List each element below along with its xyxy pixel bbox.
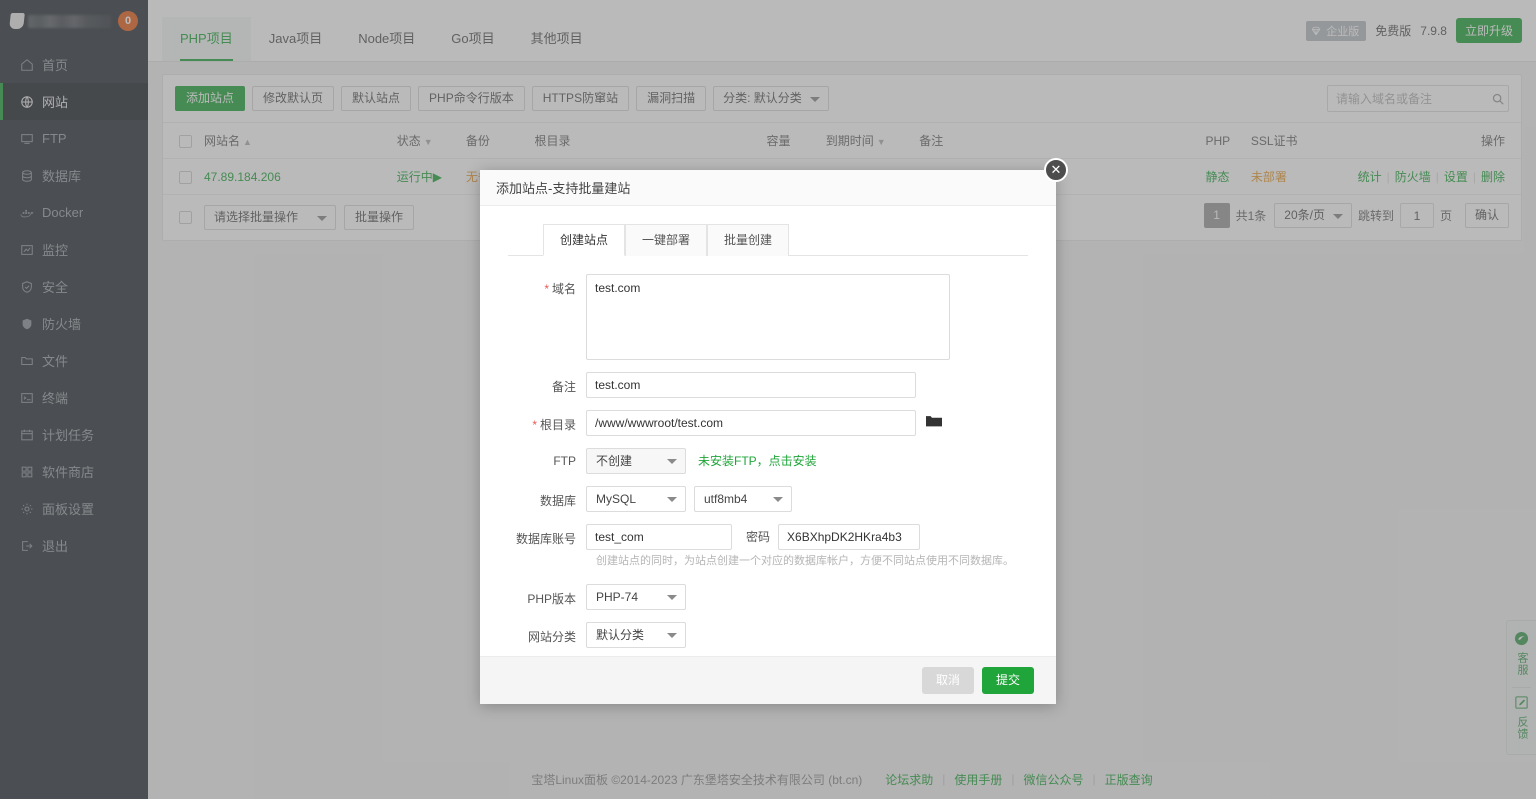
ftp-select[interactable]: 不创建 [586, 448, 686, 474]
domain-textarea[interactable] [586, 274, 950, 360]
db-user-label: 数据库账号 [508, 524, 586, 547]
db-charset-select[interactable]: utf8mb4 [694, 486, 792, 512]
db-charset-value: utf8mb4 [704, 492, 747, 506]
field-domain: *域名 [508, 274, 1028, 360]
remark-input[interactable] [586, 372, 916, 398]
required-marker: * [544, 282, 549, 296]
field-db-account: 数据库账号 密码 [508, 524, 1028, 550]
modal-title-bar: 添加站点-支持批量建站 [480, 170, 1056, 206]
app-root: 0 首页 网站 FTP 数据库 Docker [0, 0, 1536, 799]
chevron-down-icon [667, 497, 677, 502]
db-user-input[interactable] [586, 524, 732, 550]
tab-one-click-deploy[interactable]: 一键部署 [625, 224, 707, 256]
php-version-select[interactable]: PHP-74 [586, 584, 686, 610]
chevron-down-icon [773, 497, 783, 502]
domain-label: *域名 [508, 274, 586, 297]
php-version-value: PHP-74 [596, 590, 638, 604]
field-database: 数据库 MySQL utf8mb4 [508, 486, 1028, 512]
close-icon[interactable]: ✕ [1044, 158, 1068, 182]
cancel-button[interactable]: 取消 [922, 667, 974, 694]
modal-tabs: 创建站点 一键部署 批量创建 [508, 206, 1028, 256]
tab-create-site[interactable]: 创建站点 [543, 224, 625, 256]
site-category-label: 网站分类 [508, 622, 586, 645]
field-remark: 备注 [508, 372, 1028, 398]
db-password-label: 密码 [746, 524, 770, 550]
root-dir-input[interactable] [586, 410, 916, 436]
db-type-value: MySQL [596, 492, 636, 506]
modal-title: 添加站点-支持批量建站 [496, 178, 630, 197]
add-site-modal: ✕ 添加站点-支持批量建站 创建站点 一键部署 批量创建 *域名 备注 *根目录 [480, 170, 1056, 704]
php-version-label: PHP版本 [508, 584, 586, 607]
db-account-hint: 创建站点的同时，为站点创建一个对应的数据库帐户，方便不同站点使用不同数据库。 [596, 552, 1028, 568]
remark-label: 备注 [508, 372, 586, 395]
chevron-down-icon [667, 595, 677, 600]
tab-batch-create[interactable]: 批量创建 [707, 224, 789, 256]
add-site-form: *域名 备注 *根目录 FTP 不创建 未安装FTP，点击安装 [480, 256, 1056, 648]
db-password-input[interactable] [778, 524, 920, 550]
ftp-label: FTP [508, 448, 586, 468]
tab-label: 批量创建 [724, 233, 772, 247]
required-marker: * [532, 418, 537, 432]
modal-footer: 取消 提交 [480, 656, 1056, 704]
field-php-version: PHP版本 PHP-74 [508, 584, 1028, 610]
field-ftp: FTP 不创建 未安装FTP，点击安装 [508, 448, 1028, 474]
folder-browse-icon[interactable] [926, 410, 942, 428]
site-category-select[interactable]: 默认分类 [586, 622, 686, 648]
site-category-value: 默认分类 [596, 628, 644, 642]
ftp-select-value: 不创建 [596, 454, 632, 468]
ftp-install-hint[interactable]: 未安装FTP，点击安装 [698, 448, 817, 474]
root-dir-label: *根目录 [508, 410, 586, 433]
field-site-category: 网站分类 默认分类 [508, 622, 1028, 648]
tab-label: 创建站点 [560, 233, 608, 247]
database-label: 数据库 [508, 486, 586, 509]
db-type-select[interactable]: MySQL [586, 486, 686, 512]
tab-label: 一键部署 [642, 233, 690, 247]
field-root-dir: *根目录 [508, 410, 1028, 436]
chevron-down-icon [667, 633, 677, 638]
submit-button[interactable]: 提交 [982, 667, 1034, 694]
chevron-down-icon [667, 459, 677, 464]
